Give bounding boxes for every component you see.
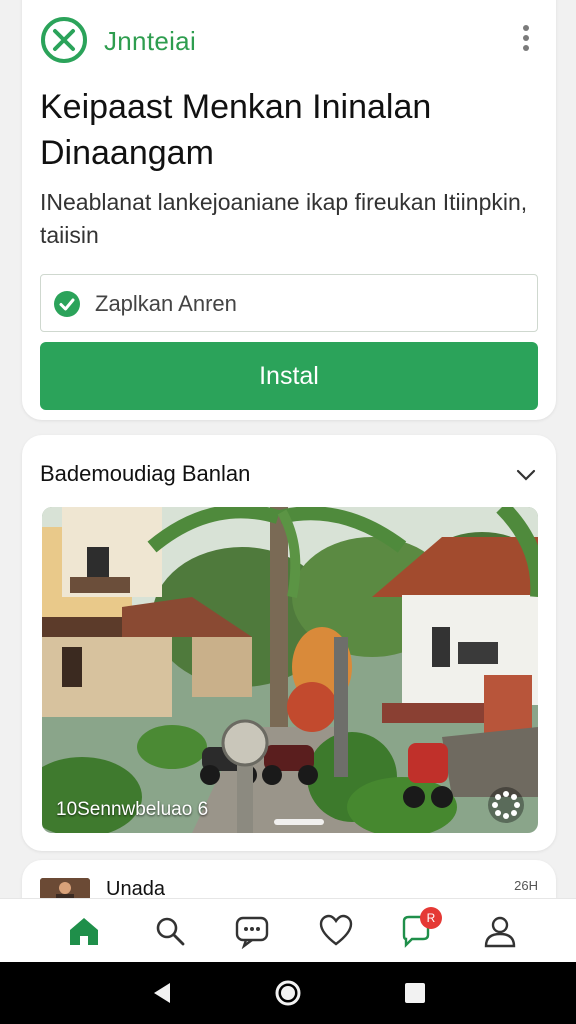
profile-icon	[484, 916, 516, 948]
nav-favorites[interactable]	[318, 913, 354, 949]
app-header: Jnnteiai	[40, 16, 538, 64]
gallery-photo[interactable]: 10Sennwbeluao 6	[42, 507, 538, 833]
chevron-down-icon[interactable]	[514, 463, 538, 487]
system-navigation-bar	[0, 962, 576, 1024]
nav-home[interactable]	[66, 913, 102, 949]
expand-gallery-icon[interactable]	[486, 785, 526, 825]
page-title: Keipaast Menkan Ininalan Dinaangam	[40, 88, 432, 172]
search-icon	[156, 917, 185, 946]
bottom-navigation: R	[0, 898, 576, 962]
section-title: Bademoudiag Banlan	[40, 461, 251, 486]
app-card: Jnnteiai Keipaast Menkan Ininalan Dinaan…	[22, 0, 556, 420]
recents-icon[interactable]	[400, 978, 430, 1008]
chat-icon	[235, 916, 269, 950]
app-logo-icon	[41, 17, 87, 63]
nav-chat[interactable]	[234, 913, 270, 950]
install-button[interactable]: Instal	[40, 342, 538, 410]
photo-caption: 10Sennwbeluao 6	[56, 799, 209, 820]
check-circle-icon	[54, 291, 80, 317]
more-options-icon[interactable]	[514, 22, 538, 58]
notification-badge: R	[420, 907, 442, 929]
back-icon[interactable]	[148, 978, 178, 1008]
home-circle-icon[interactable]	[273, 978, 303, 1008]
nav-notifications[interactable]: R	[398, 907, 442, 949]
app-name: Jnnteiai	[104, 26, 197, 56]
photo-scene	[42, 507, 538, 833]
field-value: Zaplkan Anren	[95, 291, 237, 316]
selection-field[interactable]: Zaplkan Anren	[40, 274, 538, 332]
avatar	[40, 878, 90, 900]
nav-search[interactable]	[152, 913, 188, 949]
heart-icon	[319, 914, 353, 946]
gallery-card: Bademoudiag Banlan 10Sennwbeluao 6	[22, 435, 556, 851]
page-subtitle: INeablanat lankejoaniane ikap fireukan I…	[40, 189, 528, 248]
home-icon	[70, 918, 98, 945]
carousel-indicator	[274, 819, 324, 825]
section-header[interactable]: Bademoudiag Banlan	[40, 461, 538, 491]
nav-profile[interactable]	[482, 913, 518, 949]
review-date: 26H	[514, 878, 538, 893]
